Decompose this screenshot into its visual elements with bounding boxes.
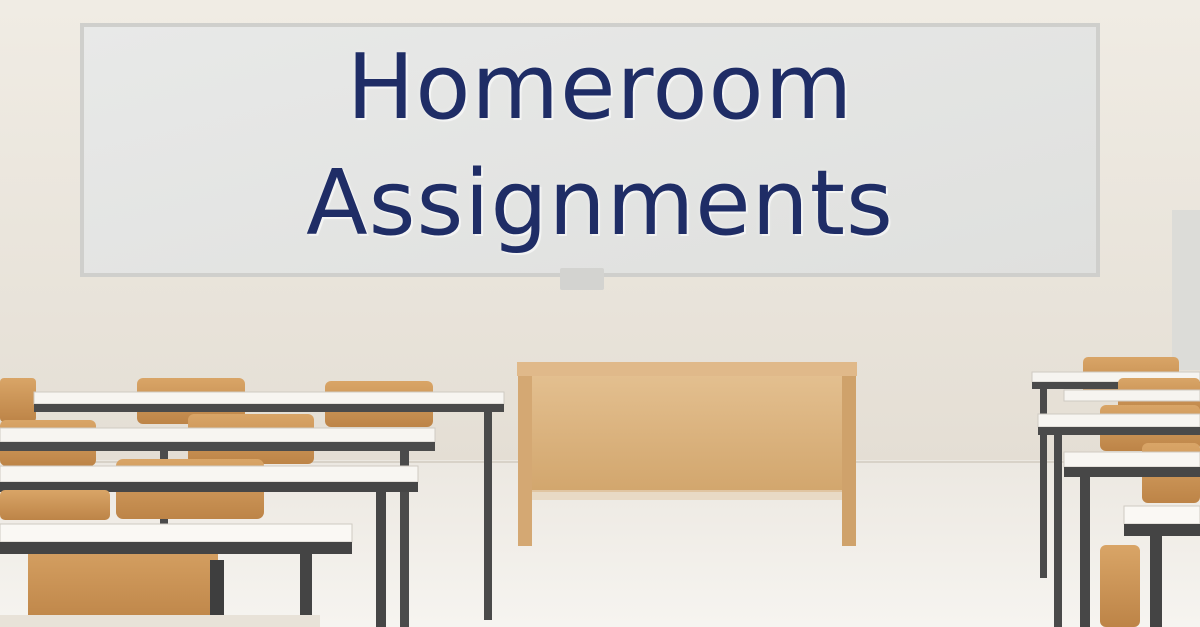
headline-line-2: Assignments: [306, 151, 894, 256]
headline: Homeroom Assignments: [80, 30, 1120, 262]
wall-cabinet: [1172, 210, 1200, 370]
whiteboard-tray: [560, 268, 604, 290]
headline-line-1: Homeroom: [346, 35, 854, 140]
classroom-scene: Homeroom Assignments: [0, 0, 1200, 627]
